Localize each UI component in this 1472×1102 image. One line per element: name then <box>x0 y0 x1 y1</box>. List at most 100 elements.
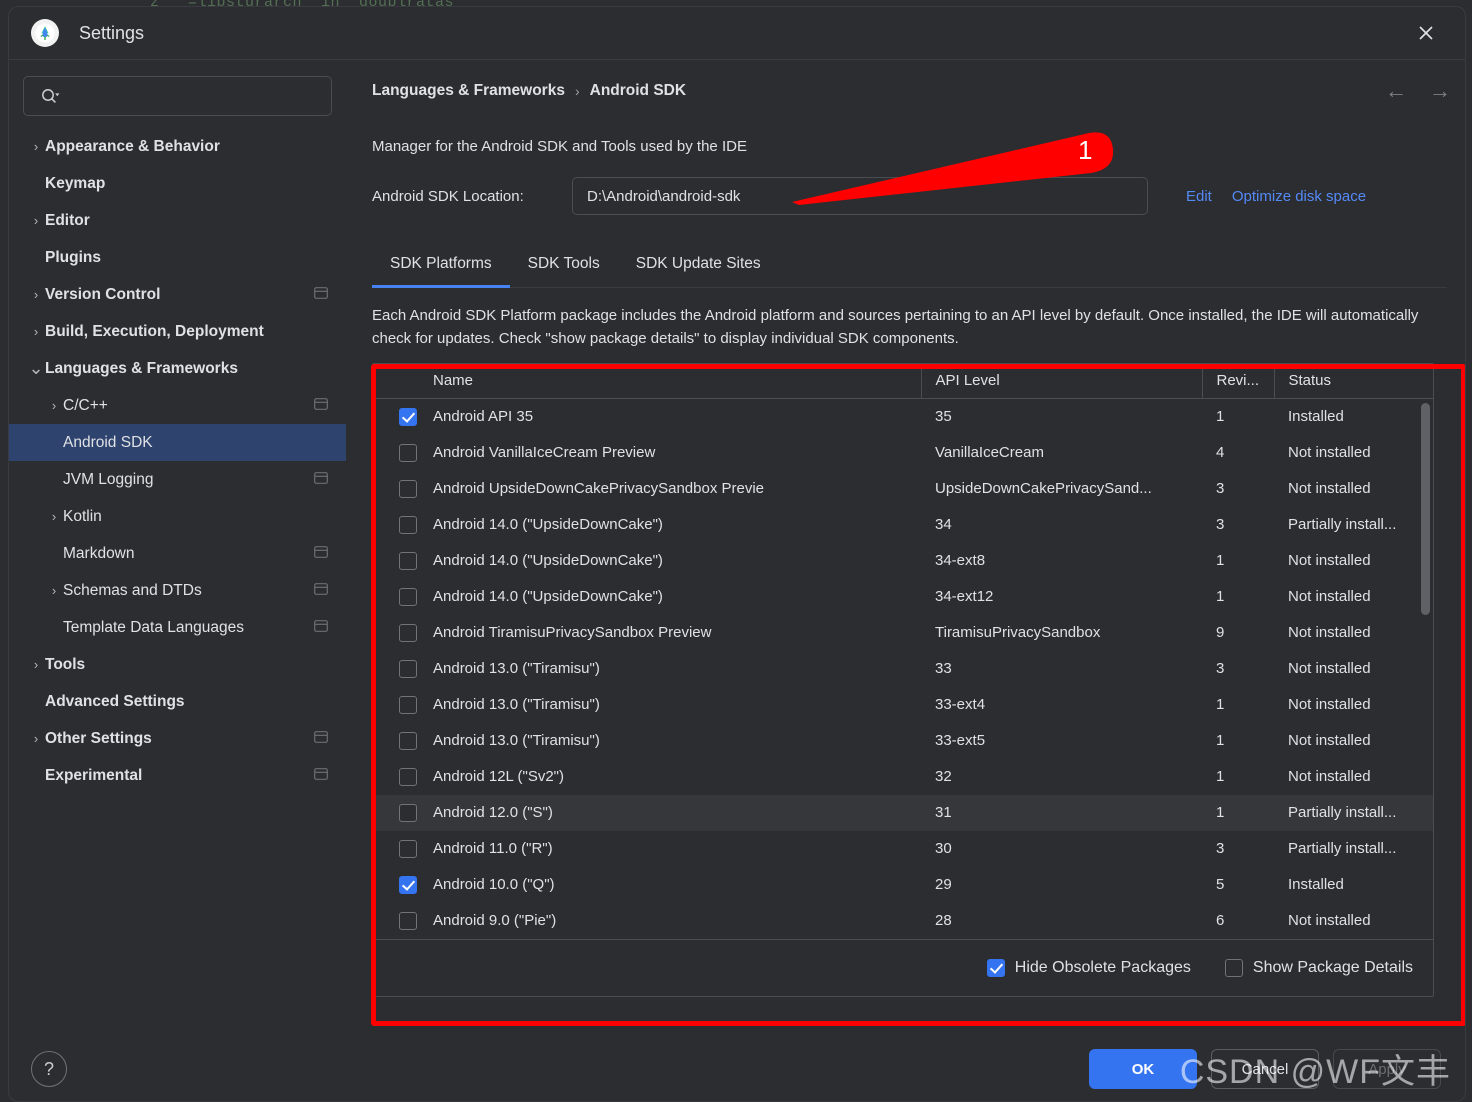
package-checkbox[interactable] <box>399 443 417 461</box>
table-row[interactable]: Android 14.0 ("UpsideDownCake")34-ext81N… <box>373 543 1433 579</box>
package-checkbox[interactable] <box>399 623 417 641</box>
project-scope-icon <box>314 619 328 637</box>
table-row[interactable]: Android 14.0 ("UpsideDownCake")34-ext121… <box>373 579 1433 615</box>
column-header-status[interactable]: Status <box>1274 364 1434 399</box>
package-checkbox[interactable] <box>399 551 417 569</box>
search-box[interactable] <box>23 76 332 116</box>
package-checkbox[interactable] <box>399 767 417 785</box>
settings-nav-list: ›Appearance & BehaviorKeymap›Editor Plugi… <box>9 128 346 794</box>
chevron-down-icon[interactable]: ⌄ <box>27 363 45 374</box>
package-checkbox[interactable] <box>399 407 417 425</box>
close-icon[interactable] <box>1411 18 1441 48</box>
chevron-right-icon[interactable]: › <box>27 324 45 339</box>
sidebar-item-version-control[interactable]: ›Version Control <box>9 276 346 313</box>
cell-name: Android 14.0 ("UpsideDownCake") <box>373 543 921 579</box>
sidebar-item-other-settings[interactable]: ›Other Settings <box>9 720 346 757</box>
table-row[interactable]: Android 13.0 ("Tiramisu")333Not installe… <box>373 651 1433 687</box>
sidebar-item-template-data-languages[interactable]: Template Data Languages <box>9 609 346 646</box>
sidebar-item-keymap[interactable]: Keymap <box>9 165 346 202</box>
column-header-name[interactable]: Name <box>373 364 921 399</box>
sdk-tabs: SDK PlatformsSDK ToolsSDK Update Sites <box>372 245 1447 288</box>
cell-api-level: 33 <box>921 651 1202 687</box>
package-checkbox[interactable] <box>399 803 417 821</box>
nav-back-icon[interactable]: ← <box>1385 80 1407 102</box>
sidebar-item-appearance-behavior[interactable]: ›Appearance & Behavior <box>9 128 346 165</box>
ok-button[interactable]: OK <box>1089 1049 1197 1089</box>
package-name: Android 14.0 ("UpsideDownCake") <box>433 552 663 569</box>
option-hide-obsolete-packages[interactable]: Hide Obsolete Packages <box>987 959 1191 977</box>
sdk-location-input[interactable] <box>585 187 1135 206</box>
cell-revision: 3 <box>1202 471 1274 507</box>
sidebar-item-label: Version Control <box>45 286 160 304</box>
sidebar-item-build-execution-deployment[interactable]: ›Build, Execution, Deployment <box>9 313 346 350</box>
package-checkbox[interactable] <box>399 911 417 929</box>
chevron-right-icon[interactable]: › <box>45 583 63 598</box>
sidebar-item-schemas-and-dtds[interactable]: ›Schemas and DTDs <box>9 572 346 609</box>
cell-status: Not installed <box>1274 903 1433 939</box>
table-scroll-area: Android API 35351InstalledAndroid Vanill… <box>373 399 1433 939</box>
sdk-location-row: Android SDK Location: Edit Optimize disk… <box>372 177 1447 215</box>
breadcrumb: Languages & Frameworks › Android SDK <box>372 82 1447 100</box>
cell-status: Partially install... <box>1274 507 1433 543</box>
table-row[interactable]: Android 13.0 ("Tiramisu")33-ext51Not ins… <box>373 723 1433 759</box>
sidebar-item-label: Plugins <box>45 249 101 267</box>
chevron-right-icon[interactable]: › <box>27 287 45 302</box>
table-row[interactable]: Android UpsideDownCakePrivacySandbox Pre… <box>373 471 1433 507</box>
sidebar-item-plugins[interactable]: Plugins <box>9 239 346 276</box>
package-checkbox[interactable] <box>399 695 417 713</box>
table-row[interactable]: Android 10.0 ("Q")295Installed <box>373 867 1433 903</box>
package-checkbox[interactable] <box>399 875 417 893</box>
column-header-api-level[interactable]: API Level <box>921 364 1202 399</box>
sdk-location-field[interactable] <box>572 177 1148 215</box>
table-row[interactable]: Android 12L ("Sv2")321Not installed <box>373 759 1433 795</box>
tab-sdk-platforms[interactable]: SDK Platforms <box>372 245 510 287</box>
table-row[interactable]: Android 11.0 ("R")303Partially install..… <box>373 831 1433 867</box>
project-scope-icon <box>314 545 328 563</box>
chevron-right-icon[interactable]: › <box>27 213 45 228</box>
chevron-right-icon[interactable]: › <box>27 731 45 746</box>
nav-forward-icon[interactable]: → <box>1429 80 1451 102</box>
table-row[interactable]: Android TiramisuPrivacySandbox PreviewTi… <box>373 615 1433 651</box>
table-scrollbar[interactable] <box>1421 403 1430 615</box>
sidebar-item-editor[interactable]: ›Editor <box>9 202 346 239</box>
checkbox[interactable] <box>987 959 1005 977</box>
chevron-right-icon[interactable]: › <box>45 509 63 524</box>
table-row[interactable]: Android 14.0 ("UpsideDownCake")343Partia… <box>373 507 1433 543</box>
chevron-right-icon[interactable]: › <box>45 398 63 413</box>
table-row[interactable]: Android 13.0 ("Tiramisu")33-ext41Not ins… <box>373 687 1433 723</box>
sidebar-item-kotlin[interactable]: ›Kotlin <box>9 498 346 535</box>
search-input[interactable] <box>66 87 323 105</box>
tab-sdk-update-sites[interactable]: SDK Update Sites <box>618 245 779 287</box>
checkbox[interactable] <box>1225 959 1243 977</box>
package-checkbox[interactable] <box>399 731 417 749</box>
optimize-disk-space-link[interactable]: Optimize disk space <box>1232 188 1366 205</box>
package-checkbox[interactable] <box>399 515 417 533</box>
package-checkbox[interactable] <box>399 587 417 605</box>
sidebar-item-markdown[interactable]: Markdown <box>9 535 346 572</box>
chevron-right-icon[interactable]: › <box>27 139 45 154</box>
help-icon[interactable]: ? <box>31 1051 67 1087</box>
column-header-revision[interactable]: Revi... <box>1202 364 1274 399</box>
sidebar-item-android-sdk[interactable]: Android SDK <box>9 424 346 461</box>
table-row[interactable]: Android API 35351Installed <box>373 399 1433 435</box>
sidebar-item-languages-frameworks[interactable]: ⌄Languages & Frameworks <box>9 350 346 387</box>
package-checkbox[interactable] <box>399 659 417 677</box>
sidebar-item-c-c[interactable]: ›C/C++ <box>9 387 346 424</box>
sidebar-item-jvm-logging[interactable]: JVM Logging <box>9 461 346 498</box>
option-show-package-details[interactable]: Show Package Details <box>1225 959 1413 977</box>
sidebar-item-tools[interactable]: ›Tools <box>9 646 346 683</box>
breadcrumb-parent[interactable]: Languages & Frameworks <box>372 82 565 100</box>
sdk-platforms-table: NameAPI LevelRevi...Status Android API 3… <box>372 363 1434 997</box>
tab-sdk-tools[interactable]: SDK Tools <box>510 245 618 287</box>
package-checkbox[interactable] <box>399 479 417 497</box>
cell-revision: 4 <box>1202 435 1274 471</box>
edit-link[interactable]: Edit <box>1186 188 1212 205</box>
table-row[interactable]: Android 12.0 ("S")311Partially install..… <box>373 795 1433 831</box>
chevron-right-icon[interactable]: › <box>27 657 45 672</box>
sidebar-item-advanced-settings[interactable]: Advanced Settings <box>9 683 346 720</box>
sidebar-item-experimental[interactable]: Experimental <box>9 757 346 794</box>
table-row[interactable]: Android 9.0 ("Pie")286Not installed <box>373 903 1433 939</box>
package-checkbox[interactable] <box>399 839 417 857</box>
cancel-button[interactable]: Cancel <box>1211 1049 1319 1089</box>
table-row[interactable]: Android VanillaIceCream PreviewVanillaIc… <box>373 435 1433 471</box>
